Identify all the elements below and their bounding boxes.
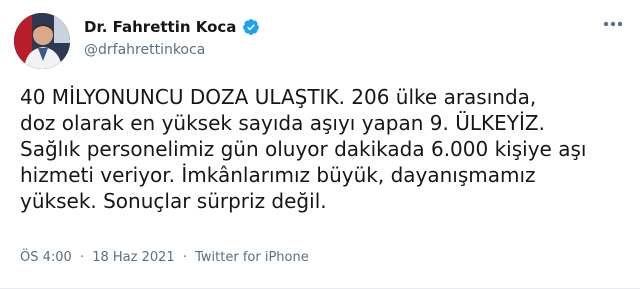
avatar-image [14, 13, 70, 69]
tweet-date[interactable]: 18 Haz 2021 [92, 250, 174, 265]
author-display-name[interactable]: Dr. Fahrettin Koca [84, 18, 236, 36]
tweet-text-line: doz olarak en yüksek sayıda aşıyı yapan … [20, 111, 545, 135]
meta-separator: · [182, 250, 187, 265]
author-handle[interactable]: @drfahrettinkoca [84, 42, 205, 58]
tweet-card: Dr. Fahrettin Koca @drfahrettinkoca 40 M… [0, 0, 640, 289]
tweet-time[interactable]: ÖS 4:00 [20, 250, 72, 265]
meta-separator: · [79, 250, 85, 265]
more-options-icon [603, 21, 623, 27]
tweet-text: 40 MİLYONUNCU DOZA ULAŞTIK. 206 ülke ara… [20, 84, 630, 214]
verified-badge-icon [243, 19, 260, 35]
tweet-text-line: hizmeti veriyor. İmkânlarımız büyük, day… [20, 163, 536, 187]
tweet-text-line: 40 MİLYONUNCU DOZA ULAŞTIK. 206 ülke ara… [20, 85, 537, 109]
tweet-text-line: yüksek. Sonuçlar sürpriz değil. [20, 189, 327, 213]
tweet-text-line: Sağlık personelimiz gün oluyor dakikada … [20, 137, 587, 161]
tweet-meta: ÖS 4:00 · 18 Haz 2021 · Twitter for iPho… [20, 250, 309, 265]
more-options-button[interactable] [600, 12, 626, 36]
tweet-source[interactable]: Twitter for iPhone [195, 250, 309, 265]
author-name-row[interactable]: Dr. Fahrettin Koca [84, 16, 260, 38]
avatar[interactable] [14, 13, 70, 69]
